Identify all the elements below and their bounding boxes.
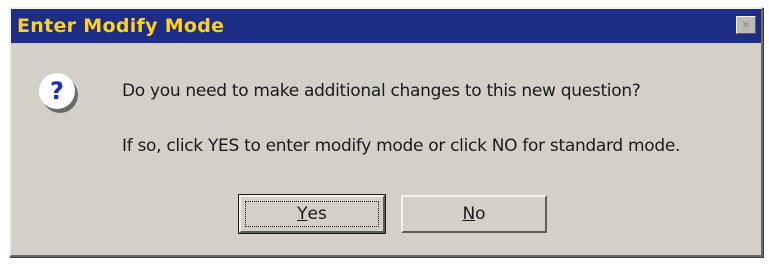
- title-bar[interactable]: Enter Modify Mode ×: [11, 9, 761, 43]
- no-label-rest: o: [475, 204, 486, 224]
- question-icon: ?: [39, 73, 75, 109]
- yes-button[interactable]: Yes: [238, 194, 386, 234]
- focus-rectangle: [245, 201, 379, 227]
- confirm-dialog: Enter Modify Mode × ? Do you need to mak…: [9, 7, 763, 257]
- no-button[interactable]: No: [401, 195, 547, 233]
- message-line-2: If so, click YES to enter modify mode or…: [122, 136, 681, 156]
- no-accelerator: N: [462, 204, 476, 224]
- message-line-1: Do you need to make additional changes t…: [122, 81, 641, 101]
- dialog-title: Enter Modify Mode: [17, 15, 225, 37]
- close-icon[interactable]: ×: [736, 16, 756, 34]
